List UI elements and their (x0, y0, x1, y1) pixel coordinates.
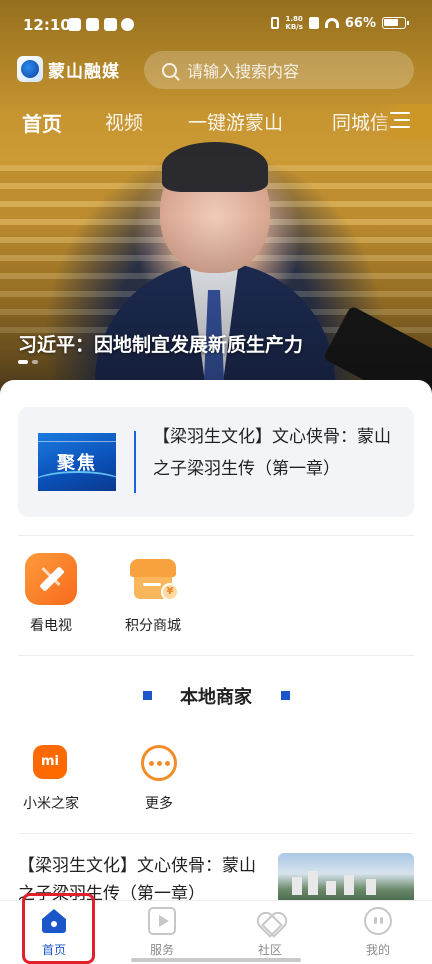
search-placeholder: 请输入搜索内容 (187, 62, 300, 81)
news-thumbnail[interactable] (278, 853, 414, 900)
menu-icon[interactable] (390, 112, 410, 128)
section-title: 本地商家 (180, 687, 252, 708)
more-icon (139, 743, 179, 783)
highlight-box (22, 893, 95, 964)
search-icon (162, 62, 177, 78)
wechat-icon (121, 18, 134, 31)
card-divider (134, 431, 136, 493)
network-speed: 1.80 KB/s (285, 15, 302, 31)
content-sheet: 聚焦 【梁羽生文化】文心侠骨：蒙山之子梁羽生传（第一章） 看电视 ¥ 积分商城 … (0, 380, 432, 900)
pager-dot (32, 360, 38, 364)
search-input[interactable]: 请输入搜索内容 (144, 51, 414, 89)
no-sim-icon (308, 17, 319, 29)
divider (18, 833, 414, 834)
tab-mengshan-tour[interactable]: 一键游蒙山 (188, 108, 283, 135)
mi-logo-icon: mi (31, 743, 71, 783)
logo-icon (17, 56, 43, 82)
merchant-label: 小米之家 (23, 796, 79, 812)
app-name: 蒙山融媒 (48, 61, 120, 82)
gesture-bar[interactable] (131, 958, 301, 962)
service-label: 看电视 (30, 618, 72, 634)
play-icon (148, 907, 176, 935)
heart-icon (256, 907, 284, 935)
merchant-more[interactable]: 更多 (124, 743, 194, 813)
nav-label: 我的 (365, 943, 390, 957)
banner-caption[interactable]: 习近平：因地制宜发展新质生产力 (18, 330, 303, 357)
nav-label: 社区 (257, 943, 282, 957)
status-time: 12:10 (23, 16, 71, 34)
nav-service[interactable]: 服务 (108, 901, 216, 964)
tab-home[interactable]: 首页 (22, 108, 62, 137)
featured-title: 【梁羽生文化】文心侠骨：蒙山之子梁羽生传（第一章） (153, 427, 391, 479)
section-local-merchants: 本地商家 (0, 682, 432, 708)
notification-icon (68, 18, 81, 31)
vibrate-icon (271, 17, 280, 29)
top-tabs: 首页 视频 一键游蒙山 同城信 (0, 104, 432, 140)
face-icon (364, 907, 392, 935)
pager-dot-active (18, 360, 28, 364)
nav-community[interactable]: 社区 (216, 901, 324, 964)
divider (18, 655, 414, 656)
mail-icon (86, 18, 99, 31)
banner-pager (18, 360, 38, 364)
wifi-icon (324, 18, 339, 28)
points-shop-icon: ¥ (127, 553, 179, 605)
service-watch-tv[interactable]: 看电视 (16, 553, 86, 635)
battery-icon (382, 17, 409, 29)
status-bar: 12:10 1.80 KB/s 66% (0, 0, 432, 50)
nav-mine[interactable]: 我的 (324, 901, 432, 964)
battery-text: 66% (344, 15, 376, 31)
nav-label: 服务 (149, 943, 174, 957)
status-right: 1.80 KB/s 66% (271, 15, 409, 31)
featured-thumbnail: 聚焦 (38, 433, 116, 491)
tab-video[interactable]: 视频 (105, 108, 143, 135)
heading-square-right (281, 691, 290, 700)
merchant-label: 更多 (145, 796, 173, 812)
app-logo[interactable]: 蒙山融媒 (17, 56, 120, 82)
divider (18, 535, 414, 536)
tv-pen-icon (25, 553, 77, 605)
merchant-xiaomi[interactable]: mi 小米之家 (16, 743, 86, 813)
service-points-shop[interactable]: ¥ 积分商城 (118, 553, 188, 635)
service-label: 积分商城 (125, 618, 181, 634)
speed-unit: KB/s (285, 23, 303, 31)
speed-value: 1.80 (285, 15, 303, 23)
video-app-icon (104, 18, 117, 31)
featured-card[interactable]: 聚焦 【梁羽生文化】文心侠骨：蒙山之子梁羽生传（第一章） (18, 407, 414, 517)
